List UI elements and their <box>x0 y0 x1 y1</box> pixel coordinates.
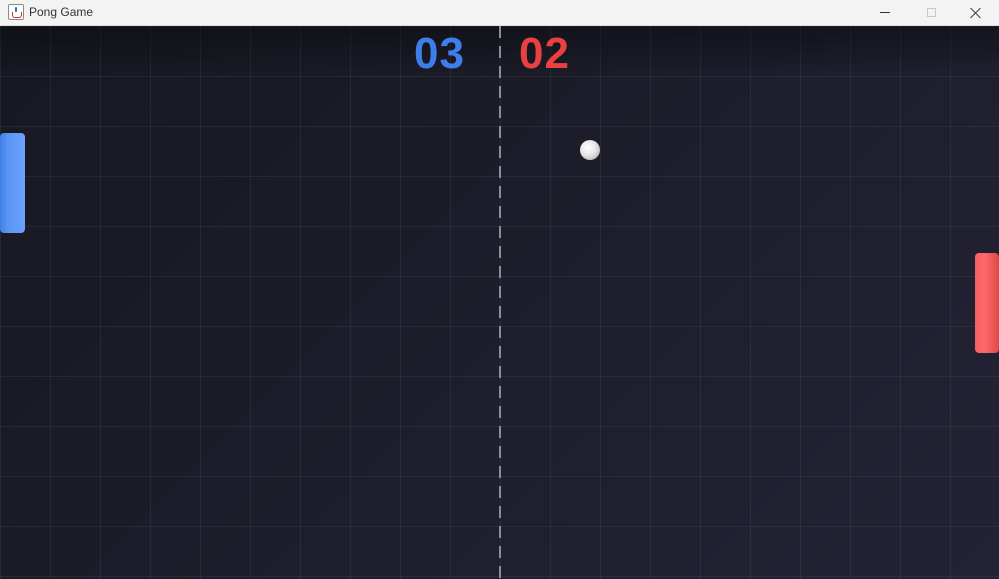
ball <box>580 140 600 160</box>
maximize-icon <box>926 8 936 17</box>
right-paddle <box>975 253 999 353</box>
game-canvas[interactable]: 03 02 <box>0 26 999 579</box>
maximize-button[interactable] <box>908 0 954 25</box>
title-bar[interactable]: Pong Game <box>0 0 999 26</box>
minimize-button[interactable] <box>862 0 908 25</box>
minimize-icon <box>880 12 890 13</box>
center-net-line <box>499 26 501 579</box>
window-title: Pong Game <box>29 5 94 19</box>
close-icon <box>970 7 982 19</box>
java-cup-icon <box>8 4 24 20</box>
right-player-score: 02 <box>519 29 570 78</box>
close-button[interactable] <box>953 0 999 25</box>
left-paddle <box>0 133 25 233</box>
left-player-score: 03 <box>414 29 465 78</box>
app-window: Pong Game 03 02 <box>0 0 999 579</box>
